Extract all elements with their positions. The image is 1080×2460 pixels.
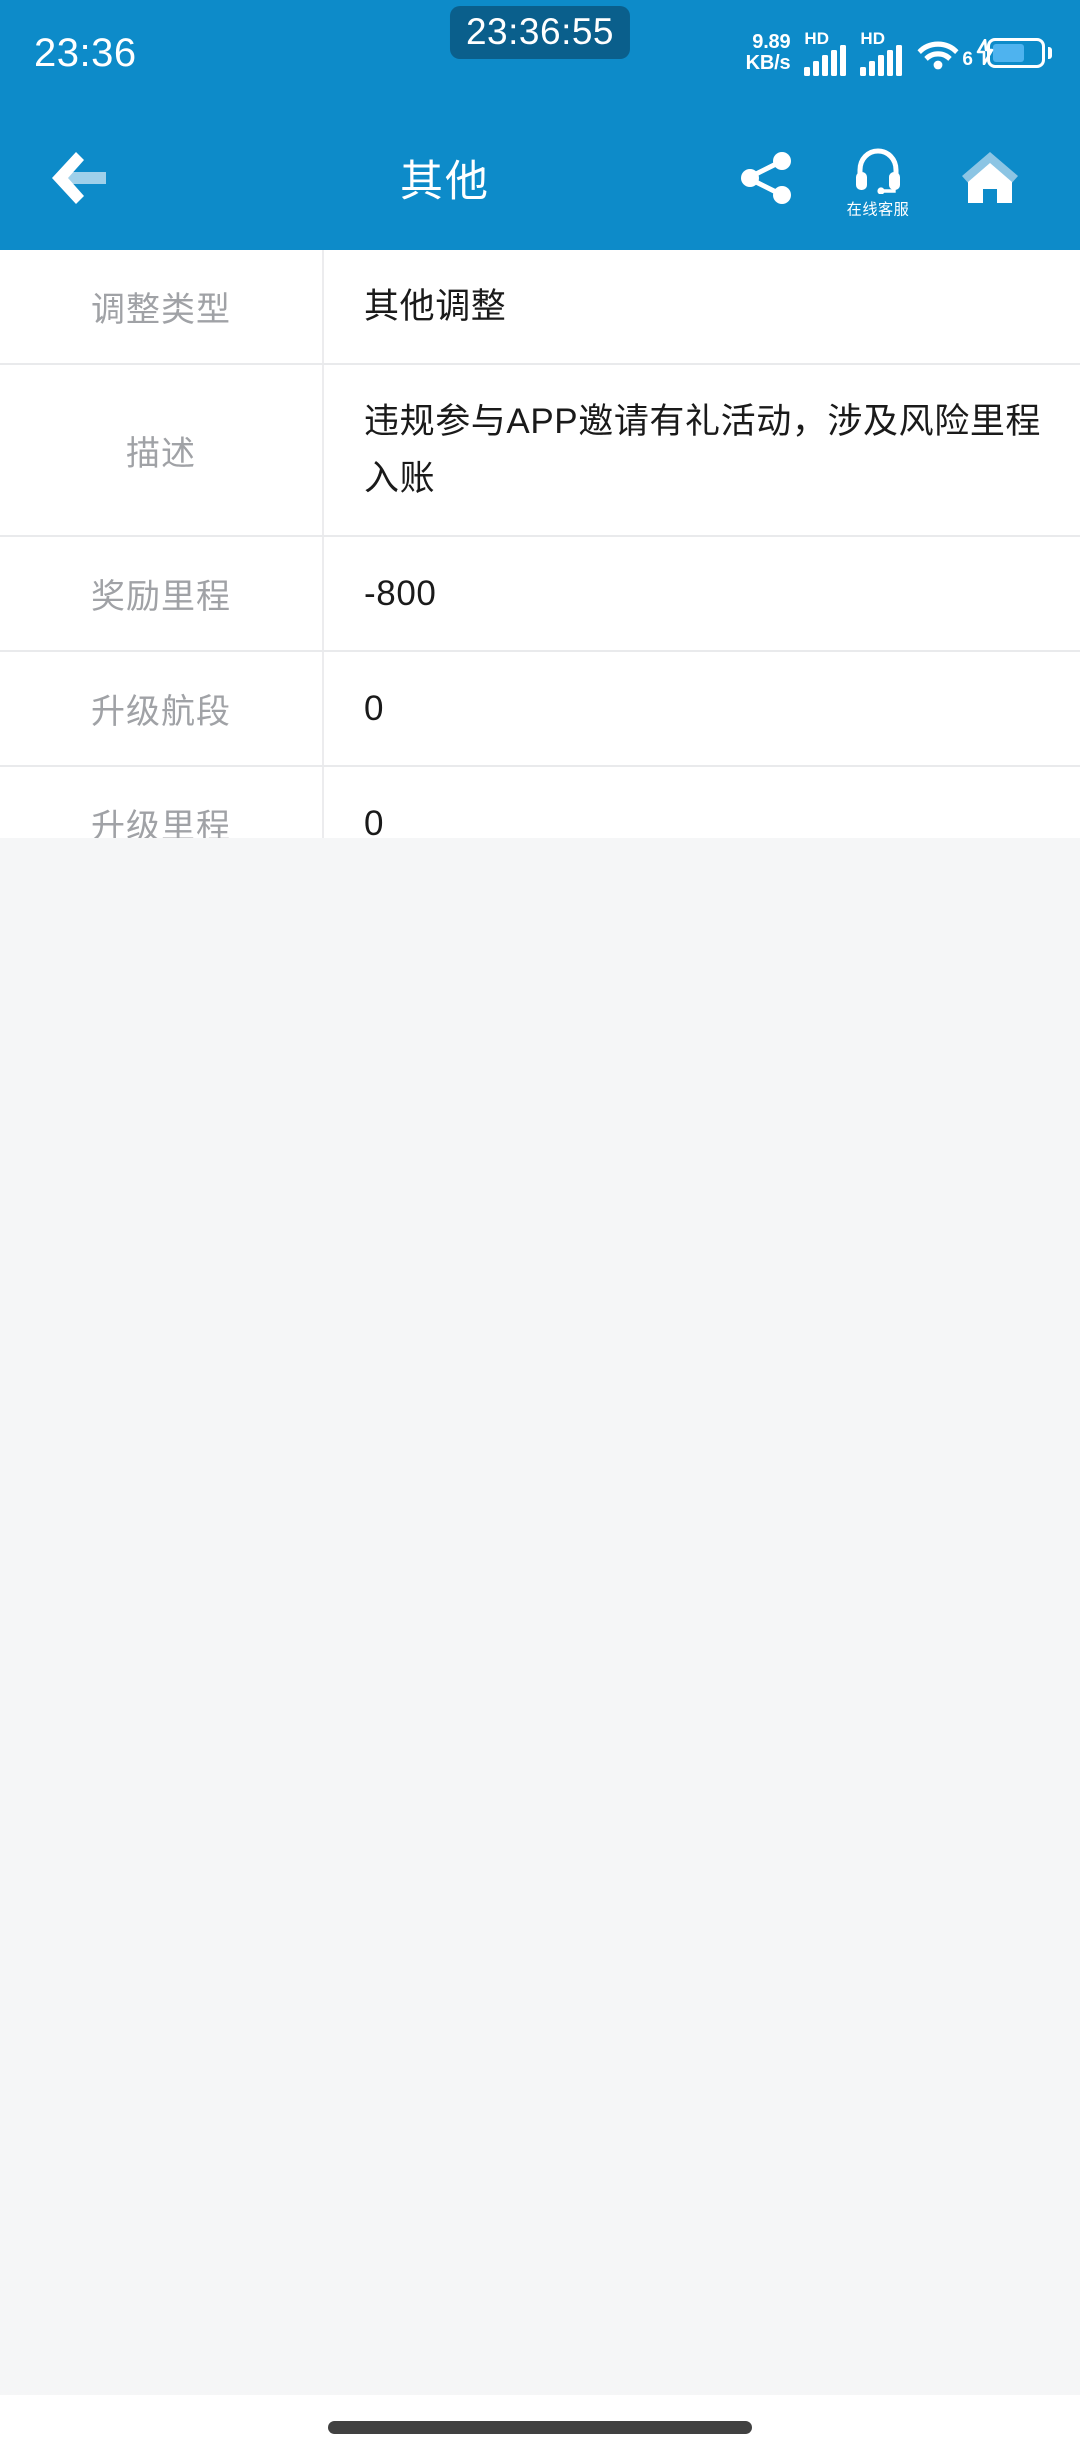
navigation-bar: 其他 在线客服 xyxy=(0,105,1080,250)
sim1-signal-indicator: HD xyxy=(804,28,847,76)
customer-service-label: 在线客服 xyxy=(846,201,910,218)
system-gesture-bar[interactable] xyxy=(0,2395,1080,2460)
customer-service-button[interactable]: 在线客服 xyxy=(822,105,934,250)
battery-level-fill xyxy=(993,43,1025,62)
row-value: 0 xyxy=(364,689,385,728)
back-button[interactable] xyxy=(0,105,150,250)
share-icon xyxy=(741,151,791,204)
status-bar-indicators: 9.89 KB/s HD HD 6 xyxy=(746,30,1052,76)
table-row: 调整类型 其他调整 xyxy=(0,250,1080,365)
detail-table: 调整类型 其他调整 描述 违规参与APP邀请有礼活动，涉及风险里程入账 奖励里程… xyxy=(0,250,1080,882)
sim1-hd-label: HD xyxy=(804,28,829,48)
row-label: 奖励里程 xyxy=(0,537,324,650)
status-bar-clock: 23:36 xyxy=(34,30,137,75)
network-speed-value: 9.89 xyxy=(752,30,791,53)
row-label: 调整类型 xyxy=(0,250,324,363)
network-speed-unit: KB/s xyxy=(745,51,791,74)
row-value: 其他调整 xyxy=(364,287,507,326)
row-value: 违规参与APP邀请有礼活动，涉及风险里程入账 xyxy=(364,402,1042,498)
charging-bolt-icon xyxy=(976,38,994,65)
time-overlay-badge: 23:36:55 xyxy=(449,6,631,59)
table-row: 升级航段 0 xyxy=(0,652,1080,767)
signal-bars-icon xyxy=(860,44,903,76)
app-screen: 23:36 9.89 KB/s HD HD 6 23:36:55 其他 在线客服… xyxy=(0,0,1080,2460)
home-button[interactable] xyxy=(934,105,1046,250)
wifi-indicator: 6 xyxy=(916,36,973,70)
gesture-handle[interactable] xyxy=(328,2421,752,2434)
empty-content-area xyxy=(0,838,1080,2395)
network-speed-indicator: 9.89 KB/s xyxy=(745,30,791,74)
home-icon xyxy=(962,151,1018,203)
sim2-hd-label: HD xyxy=(860,28,885,48)
nav-action-group: 在线客服 xyxy=(710,105,1080,250)
share-button[interactable] xyxy=(710,105,822,250)
wifi-generation-label: 6 xyxy=(962,48,973,70)
row-label: 升级航段 xyxy=(0,652,324,765)
status-bar: 23:36 9.89 KB/s HD HD 6 23:36:55 xyxy=(0,0,1080,105)
signal-bars-icon xyxy=(804,44,847,76)
sim2-signal-indicator: HD xyxy=(860,28,903,76)
back-arrow-icon xyxy=(52,151,106,204)
row-value: -800 xyxy=(364,574,437,613)
battery-indicator xyxy=(976,37,1052,68)
headset-icon xyxy=(856,147,900,194)
battery-body-icon xyxy=(987,37,1045,68)
row-label: 描述 xyxy=(0,365,324,535)
table-row: 描述 违规参与APP邀请有礼活动，涉及风险里程入账 xyxy=(0,365,1080,537)
table-row: 奖励里程 -800 xyxy=(0,537,1080,652)
battery-cap-icon xyxy=(1048,46,1052,59)
wifi-icon xyxy=(917,41,959,69)
page-title: 其他 xyxy=(400,157,490,206)
